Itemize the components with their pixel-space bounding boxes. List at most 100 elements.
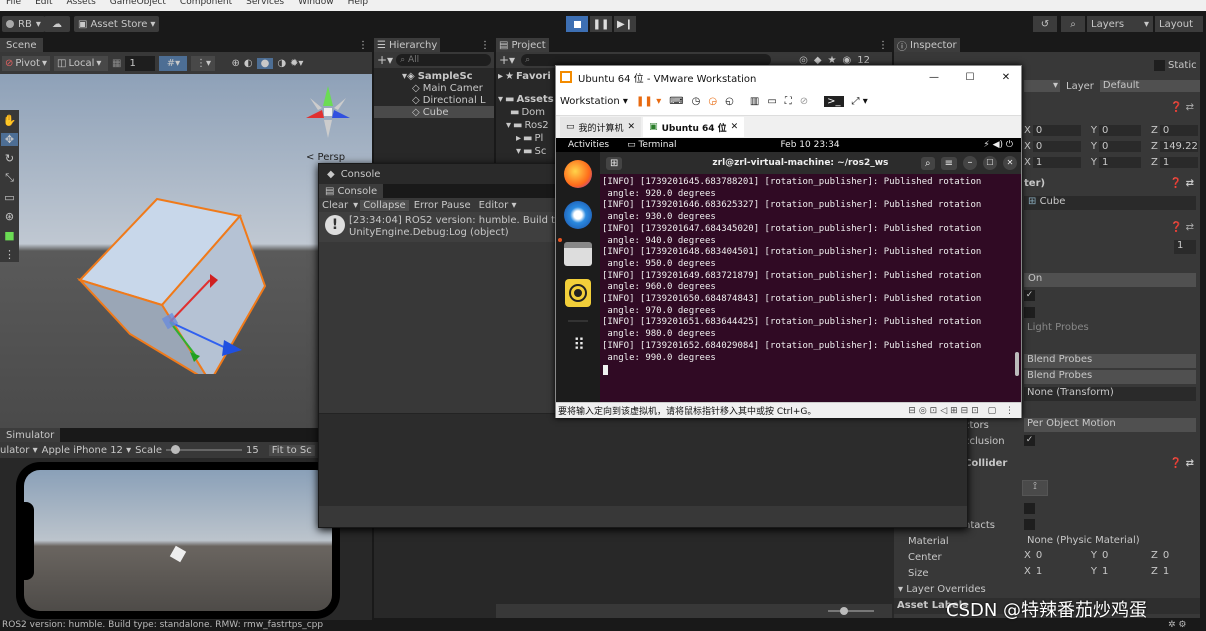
device-dropdown[interactable]: Apple iPhone 12 ▾ [42, 445, 132, 456]
dynamic-occlusion-checkbox[interactable]: ✓ [1024, 435, 1035, 446]
terminal-scrollbar[interactable] [1015, 352, 1019, 376]
console-view-icon[interactable]: >_ [824, 96, 844, 107]
checkbox[interactable] [1154, 60, 1165, 71]
cloud-button[interactable]: ☁ [44, 16, 70, 32]
scene-viewport[interactable]: ✋ ✥ ↻ ⤡ ▭ ⊛ ■ ⋮ < Persp [0, 74, 372, 428]
provides-contacts-checkbox[interactable] [1024, 519, 1035, 530]
device-screen[interactable] [24, 470, 332, 611]
box-collider-header[interactable]: Collider ❓ ⇄ [964, 458, 1200, 474]
layout-dropdown[interactable]: Layout [1155, 16, 1203, 32]
mesh-field[interactable]: ⊞ Cube [1024, 196, 1196, 210]
kebab-menu-icon[interactable]: ⋮ [358, 40, 368, 51]
error-pause-button[interactable]: Error Pause [411, 200, 474, 211]
scene-cube-gizmo[interactable] [70, 184, 270, 374]
close-icon[interactable]: ✕ [991, 72, 1021, 83]
pivot-toggle[interactable]: ⊘ Pivot ▾ [2, 55, 50, 71]
vmware-titlebar[interactable]: Ubuntu 64 位 - VMware Workstation — ☐ ✕ [556, 66, 1021, 88]
renderer-numeric-field[interactable]: 1 [1174, 240, 1196, 254]
layer-dropdown[interactable]: Default [1099, 80, 1200, 92]
persp-label[interactable]: < Persp [306, 152, 345, 163]
tab-inspector[interactable]: ⓘ Inspector [894, 38, 960, 53]
unity-mode-icon[interactable]: ⊘ [800, 96, 808, 107]
move-tool-icon[interactable]: ✥ [1, 133, 18, 146]
pause-vm-button[interactable]: ❚❚ ▾ [636, 96, 661, 107]
hand-tool-icon[interactable]: ✋ [3, 114, 17, 127]
asset-store-dropdown[interactable]: ▣ Asset Store ▾ [74, 16, 160, 32]
terminal-app-menu[interactable]: ▭ Terminal [627, 140, 676, 150]
grid-size-field[interactable]: 1 [125, 55, 156, 71]
fit-to-screen-button[interactable]: Fit to Sc [268, 444, 315, 456]
minimize-icon[interactable]: — [919, 72, 949, 83]
simulator-mode-dropdown[interactable]: ulator ▾ [0, 445, 38, 456]
scale-z-field[interactable]: 1 [1159, 156, 1198, 168]
position-z-field[interactable]: 0 [1159, 124, 1198, 136]
terminal-headerbar[interactable]: ⊞ zrl@zrl-virtual-machine: ~/ros2_ws ⌕ ≡… [600, 152, 1021, 174]
eye-icon[interactable]: ◉ [842, 55, 851, 66]
custom-tool-icon[interactable]: ■ [4, 229, 14, 242]
maximize-icon[interactable]: ☐ [983, 156, 997, 170]
play-button[interactable] [566, 16, 588, 32]
activities-button[interactable]: Activities [568, 140, 609, 150]
maximize-icon[interactable]: ☐ [955, 72, 985, 83]
globe-icon[interactable]: ⊕ [231, 58, 239, 69]
position-y-field[interactable]: 0 [1098, 124, 1141, 136]
rotation-x-field[interactable]: 0 [1032, 140, 1081, 152]
hierarchy-item-cube[interactable]: ◇ Cube [374, 106, 494, 118]
lighting-icon[interactable]: ✹▾ [290, 58, 303, 69]
menu-item-file[interactable]: File [6, 0, 21, 7]
rotation-y-field[interactable]: 0 [1098, 140, 1141, 152]
rotation-z-field[interactable]: 149.22 [1159, 140, 1198, 152]
material-field[interactable]: None (Physic Material) [1024, 535, 1196, 549]
filter-icon[interactable]: ◎ [799, 55, 808, 66]
fullscreen-icon[interactable]: ⛶ [785, 96, 792, 107]
thumbnail-icon[interactable]: ▭ [767, 96, 776, 107]
status-message[interactable]: ROS2 version: humble. Build type: standa… [2, 620, 323, 630]
project-folder-item[interactable]: ▬ Dom [496, 106, 556, 119]
menu-item-window[interactable]: Window [298, 0, 334, 7]
center-z-field[interactable]: 0 [1160, 550, 1198, 561]
motion-vectors-dropdown[interactable]: Per Object Motion [1024, 418, 1196, 432]
add-icon[interactable]: +▾ [499, 53, 515, 67]
firefox-icon[interactable] [564, 160, 592, 188]
device-status-icons[interactable]: ⊟◎⊡◁⊞⊟⊡ ▢ ⋮ [908, 406, 1021, 416]
rhythmbox-icon[interactable] [565, 279, 591, 307]
label-icon[interactable]: ◆ [814, 55, 822, 66]
receive-gi-dropdown[interactable]: Light Probes [1024, 322, 1196, 336]
editor-dropdown[interactable]: Editor ▾ [476, 200, 520, 211]
scale-slider[interactable] [166, 445, 243, 455]
revert-snapshot-icon[interactable]: ◶ [708, 96, 717, 107]
tag-dropdown-chevron[interactable]: ▾ [1024, 80, 1060, 92]
scale-slider-thumb[interactable] [171, 445, 181, 454]
close-tab-icon[interactable]: ✕ [628, 122, 636, 132]
snapshot-manager-icon[interactable]: ◵ [725, 96, 734, 107]
tab-my-computer[interactable]: ▭ 我的计算机 ✕ [560, 117, 642, 137]
clear-dropdown-icon[interactable]: ▾ [353, 200, 358, 211]
tab-project[interactable]: ▤ Project [496, 38, 549, 52]
is-trigger-checkbox[interactable] [1024, 503, 1035, 514]
star-icon[interactable]: ★ [828, 55, 837, 66]
kebab-menu-icon[interactable]: ⋮ [878, 40, 888, 51]
layer-overrides-foldout[interactable]: ▾ Layer Overrides [898, 584, 986, 595]
anchor-override-field[interactable]: None (Transform) [1024, 387, 1196, 401]
search-button[interactable]: ⌕ [1061, 16, 1085, 32]
snapshot-icon[interactable]: ◷ [692, 96, 701, 107]
more-tools-icon[interactable]: ⋮ [4, 248, 15, 261]
collapse-button[interactable]: Collapse [360, 199, 409, 211]
menu-item-services[interactable]: Services [246, 0, 284, 7]
pause-button[interactable]: ❚❚ [590, 16, 612, 32]
scale-y-field[interactable]: 1 [1098, 156, 1141, 168]
project-folder-item[interactable]: ▸ ▬ Pl [496, 132, 556, 145]
close-tab-icon[interactable]: ✕ [731, 122, 739, 132]
thunderbird-icon[interactable] [564, 201, 592, 229]
ubuntu-screen[interactable]: Activities ▭ Terminal Feb 10 23:34 ⚡ ◀) … [556, 138, 1021, 402]
grid-toggle[interactable]: #▾ [159, 55, 188, 71]
edit-collider-button[interactable]: ⟟ [1022, 480, 1048, 496]
clock[interactable]: Feb 10 23:34 [781, 140, 840, 150]
send-keys-icon[interactable]: ⌨ [669, 96, 683, 107]
mesh-filter-header[interactable]: ter) ❓ ⇄ [1024, 178, 1200, 194]
workstation-menu[interactable]: Workstation ▾ [560, 96, 628, 107]
scene-root-item[interactable]: ▾◈ SampleSc [374, 70, 494, 82]
step-button[interactable]: ▶❙ [614, 16, 636, 32]
grid-snap-icon[interactable]: ▦ [112, 58, 121, 69]
cast-shadows-dropdown[interactable]: On [1024, 273, 1196, 287]
